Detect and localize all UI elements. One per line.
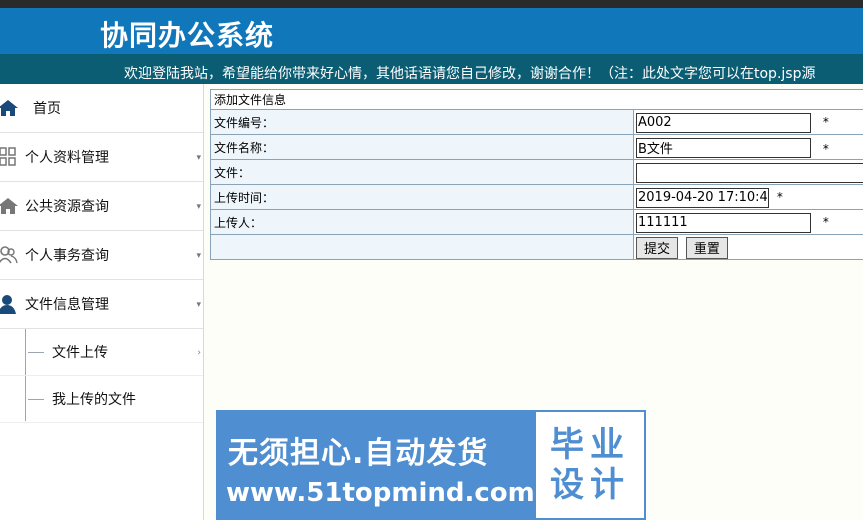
sidebar-item-home[interactable]: 首页 <box>0 84 203 133</box>
reset-button[interactable]: 重置 <box>685 236 728 259</box>
users-icon <box>0 245 18 265</box>
file-management-submenu: 文件上传 › 我上传的文件 <box>0 329 203 423</box>
app-header: 协同办公系统 <box>0 8 863 54</box>
sidebar-item-label: 个人事务查询 <box>25 248 109 264</box>
required-mark: * <box>822 142 829 156</box>
form-row: 文件编号： * <box>210 109 863 135</box>
watermark-banner: 无须担心.自动发货 www.51topmind.com 毕业 设计 <box>216 410 646 520</box>
field-label: 文件名称： <box>210 134 634 160</box>
app-title: 协同办公系统 <box>100 19 275 52</box>
field-label: 文件： <box>210 159 634 185</box>
chevron-down-icon: ▾ <box>196 300 201 310</box>
chevron-down-icon: ▾ <box>196 202 201 212</box>
form-caption: 添加文件信息 <box>210 89 863 110</box>
field-label: 文件编号： <box>210 109 634 135</box>
watermark-url: www.51topmind.com <box>226 478 535 508</box>
sidebar: 首页 个人资料管理 ▾ 公共资源查询 ▾ 个人事务查询 ▾ 文件信息管理 ▾ 文… <box>0 84 204 520</box>
field-label: 上传人： <box>210 209 634 235</box>
upload-time-input[interactable] <box>636 187 769 208</box>
form-row: 上传人： * <box>210 209 863 235</box>
add-file-form: 添加文件信息 文件编号： * 文件名称： * 文件： 上传时间： * 上传人： … <box>210 89 863 260</box>
home-icon <box>0 196 18 216</box>
grid-icon <box>0 147 18 167</box>
form-row: 提交 重置 <box>210 234 863 260</box>
field-label: 上传时间： <box>210 184 634 210</box>
sidebar-item-profile[interactable]: 个人资料管理 ▾ <box>0 133 203 182</box>
chevron-down-icon: ▾ <box>196 153 201 163</box>
sidebar-item-label: 首页 <box>33 101 61 117</box>
home-icon <box>0 98 18 118</box>
file-number-input[interactable] <box>636 112 811 133</box>
required-mark: * <box>822 115 829 129</box>
uploader-input[interactable] <box>636 212 811 233</box>
file-name-input[interactable] <box>636 137 811 158</box>
tree-branch <box>28 399 44 400</box>
badge-line-1: 毕业 <box>550 425 630 465</box>
marquee-text: 欢迎登陆我站，希望能给你带来好心情，其他话语请您自己修改，谢谢合作！（注：此处文… <box>124 66 816 82</box>
window-top-strip <box>0 0 863 8</box>
submit-button[interactable]: 提交 <box>636 236 679 259</box>
watermark-slogan: 无须担心.自动发货 <box>228 436 489 471</box>
required-mark: * <box>776 190 783 204</box>
tree-branch <box>28 352 44 353</box>
sidebar-item-file-management[interactable]: 文件信息管理 ▾ <box>0 280 203 329</box>
sidebar-item-label: 文件信息管理 <box>25 297 109 313</box>
form-row: 文件名称： * <box>210 134 863 160</box>
sidebar-item-label: 个人资料管理 <box>25 150 109 166</box>
welcome-marquee: 欢迎登陆我站，希望能给你带来好心情，其他话语请您自己修改，谢谢合作！（注：此处文… <box>0 54 863 84</box>
chevron-down-icon: ▾ <box>196 251 201 261</box>
watermark-badge: 毕业 设计 <box>534 410 646 520</box>
sidebar-subitem-file-upload[interactable]: 文件上传 › <box>0 329 203 376</box>
sidebar-item-public-resources[interactable]: 公共资源查询 ▾ <box>0 182 203 231</box>
chevron-right-icon: › <box>197 348 201 358</box>
form-row: 上传时间： * <box>210 184 863 210</box>
required-mark: * <box>822 215 829 229</box>
file-input[interactable] <box>636 162 863 183</box>
form-row: 文件： <box>210 159 863 185</box>
sidebar-subitem-my-uploads[interactable]: 我上传的文件 <box>0 376 203 423</box>
sidebar-item-personal-affairs[interactable]: 个人事务查询 ▾ <box>0 231 203 280</box>
sidebar-subitem-label: 文件上传 <box>52 345 108 361</box>
sidebar-subitem-label: 我上传的文件 <box>52 392 136 408</box>
user-icon <box>0 294 18 314</box>
sidebar-item-label: 公共资源查询 <box>25 199 109 215</box>
badge-line-2: 设计 <box>550 465 630 505</box>
